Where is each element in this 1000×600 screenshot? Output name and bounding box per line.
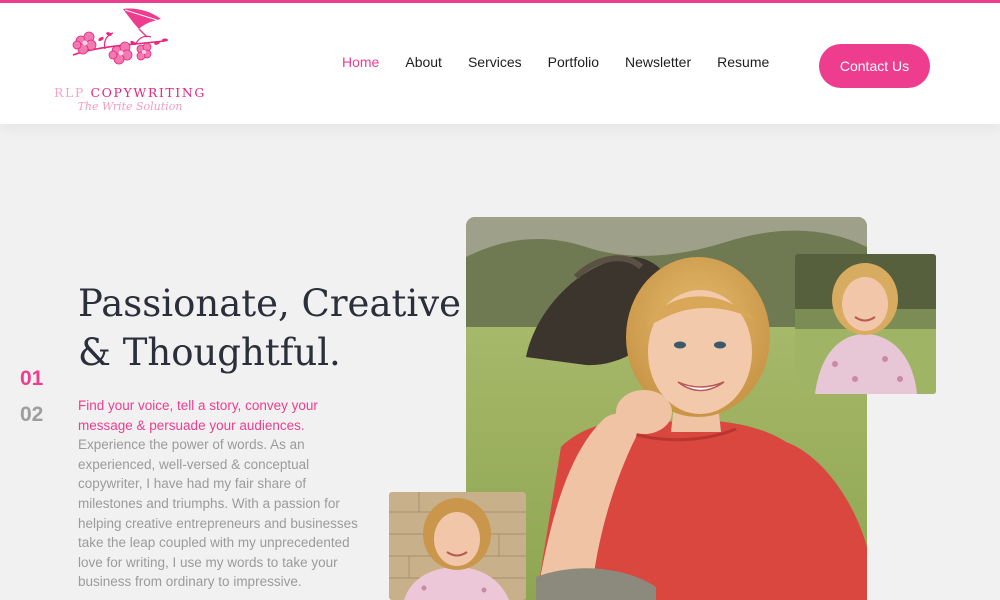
nav-resume-link[interactable]: Resume <box>717 54 769 70</box>
bottom-left-portrait-photo <box>389 492 526 600</box>
nav-newsletter-link[interactable]: Newsletter <box>625 54 691 70</box>
hero-headline-line-2: & Thoughtful. <box>78 331 341 374</box>
slider-pagination: 01 02 <box>20 361 43 433</box>
nav-home-link[interactable]: Home <box>342 54 379 70</box>
site-header: RLP COPYWRITING The Write Solution Home … <box>0 3 1000 124</box>
nav-about-link[interactable]: About <box>405 54 442 70</box>
hero-body-text: Experience the power of words. As an exp… <box>78 437 358 590</box>
slide-number-01[interactable]: 01 <box>20 361 43 397</box>
hero-headline-line-1: Passionate, Creative <box>78 282 462 325</box>
floral-quill-logo-icon <box>72 8 168 65</box>
top-right-portrait-photo <box>795 254 936 394</box>
slide-number-02[interactable]: 02 <box>20 397 43 433</box>
hero-intro-text: Find your voice, tell a story, convey yo… <box>78 396 370 592</box>
brand-name-prefix: RLP <box>54 85 91 100</box>
brand-name-main: COPYWRITING <box>90 85 206 100</box>
hero-highlight-text: Find your voice, tell a story, convey yo… <box>78 398 318 433</box>
brand-name: RLP COPYWRITING <box>44 85 216 100</box>
nav-portfolio-link[interactable]: Portfolio <box>548 54 599 70</box>
main-nav: Home About Services Portfolio Newsletter… <box>342 42 795 82</box>
contact-us-button[interactable]: Contact Us <box>819 44 930 88</box>
hero-headline: Passionate, Creative & Thoughtful. <box>78 279 462 377</box>
site-logo[interactable]: RLP COPYWRITING The Write Solution <box>40 7 220 119</box>
nav-services-link[interactable]: Services <box>468 54 522 70</box>
brand-tagline: The Write Solution <box>77 100 183 113</box>
